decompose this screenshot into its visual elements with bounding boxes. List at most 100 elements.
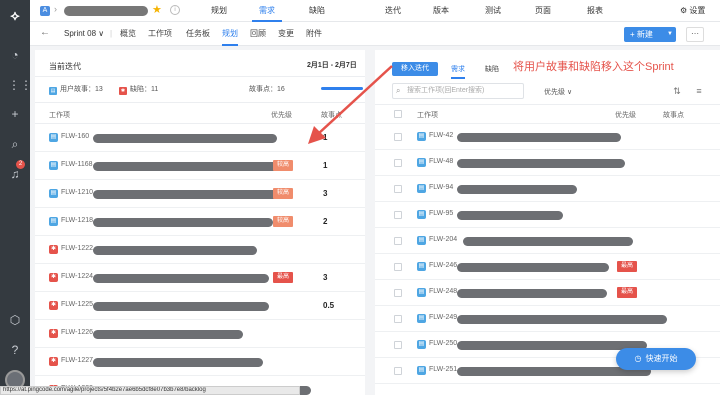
help-icon[interactable]: ? (8, 343, 22, 357)
story-points[interactable]: 2 (323, 217, 327, 226)
item-title-redacted[interactable] (93, 358, 263, 367)
tab-work-items[interactable]: 工作项 (148, 22, 172, 46)
tab-retrospective[interactable]: 回顾 (250, 22, 266, 46)
tab-attachments[interactable]: 附件 (306, 22, 322, 46)
tab-planning[interactable]: 规划 (222, 22, 238, 46)
table-row[interactable]: ▤ FLW-248 最高 (375, 280, 720, 306)
app-logo-icon[interactable]: ⟡ (8, 8, 22, 22)
row-checkbox[interactable] (394, 211, 402, 219)
nav-requirements[interactable]: 需求 (252, 0, 282, 22)
item-title-redacted[interactable] (93, 190, 283, 199)
story-points[interactable]: 1 (323, 161, 327, 170)
story-points[interactable]: 0.5 (323, 301, 334, 310)
table-row[interactable]: ▤ FLW-1210 较高 3 (35, 180, 365, 208)
col-header-points[interactable]: 故事点 (663, 110, 684, 120)
col-header-item[interactable]: 工作项 (417, 110, 438, 120)
tab-task-board[interactable]: 任务板 (186, 22, 210, 46)
row-checkbox[interactable] (394, 237, 402, 245)
item-title-redacted[interactable] (93, 246, 257, 255)
sort-icon[interactable]: ⇅ (670, 84, 684, 98)
table-row[interactable]: ✱ FLW-1226 (35, 320, 365, 348)
priority-badge[interactable]: 较高 (273, 188, 293, 199)
item-code[interactable]: FLW-251 (429, 366, 457, 373)
table-row[interactable]: ▤ FLW-42 (375, 124, 720, 150)
row-checkbox[interactable] (394, 315, 402, 323)
row-checkbox[interactable] (394, 159, 402, 167)
story-points[interactable]: 3 (323, 189, 327, 198)
item-title-redacted[interactable] (457, 159, 625, 168)
item-title-redacted[interactable] (457, 263, 609, 272)
item-code[interactable]: FLW-248 (429, 288, 457, 295)
col-header-priority[interactable]: 优先级 (615, 110, 636, 120)
nav-reports[interactable]: 报表 (582, 0, 608, 22)
sprint-select[interactable]: Sprint 08 ∨ (64, 29, 104, 38)
item-code[interactable]: FLW-1224 (61, 273, 93, 280)
nav-pages[interactable]: 页面 (530, 0, 556, 22)
item-code[interactable]: FLW-204 (429, 236, 457, 243)
item-title-redacted[interactable] (457, 211, 563, 220)
item-code[interactable]: FLW-249 (429, 314, 457, 321)
item-code[interactable]: FLW-1226 (61, 329, 93, 336)
item-code[interactable]: FLW-1227 (61, 357, 93, 364)
project-name-redacted[interactable] (64, 6, 148, 16)
row-checkbox[interactable] (394, 185, 402, 193)
priority-badge[interactable]: 最高 (617, 261, 637, 272)
apps-grid-icon[interactable]: ⋮⋮ (8, 78, 32, 92)
table-row[interactable]: ✱ FLW-1224 最高 3 (35, 264, 365, 292)
item-title-redacted[interactable] (93, 162, 289, 171)
item-code[interactable]: FLW-1168 (61, 161, 93, 168)
item-code[interactable]: FLW-94 (429, 184, 453, 191)
item-title-redacted[interactable] (93, 134, 277, 143)
table-row[interactable]: ✱ FLW-1222 (35, 236, 365, 264)
nav-bugs[interactable]: 缺陷 (304, 0, 330, 22)
nav-tests[interactable]: 测试 (480, 0, 506, 22)
nav-iterations[interactable]: 迭代 (380, 0, 406, 22)
priority-badge[interactable]: 较高 (273, 216, 293, 227)
new-button[interactable]: + 新建 ▼ (624, 27, 676, 42)
priority-filter[interactable]: 优先级 ∨ (544, 87, 572, 97)
settings-sliders-icon[interactable]: ≡ (692, 84, 706, 98)
item-code[interactable]: FLW-95 (429, 210, 453, 217)
item-title-redacted[interactable] (457, 341, 647, 350)
back-arrow-icon[interactable]: ← (40, 27, 50, 38)
item-title-redacted[interactable] (93, 274, 269, 283)
item-code[interactable]: FLW-246 (429, 262, 457, 269)
table-row[interactable]: ▤ FLW-95 (375, 202, 720, 228)
tab-requirements[interactable]: 需求 (451, 64, 465, 79)
nav-plan[interactable]: 规划 (206, 0, 232, 22)
item-title-redacted[interactable] (457, 133, 621, 142)
tab-overview[interactable]: 概览 (120, 22, 136, 46)
caret-down-icon[interactable]: ▼ (667, 27, 673, 42)
item-title-redacted[interactable] (457, 185, 577, 194)
info-icon[interactable]: i (170, 5, 180, 15)
item-code[interactable]: FLW-1210 (61, 189, 93, 196)
col-header-priority[interactable]: 优先级 (271, 110, 292, 120)
search-input[interactable]: ⌕ 搜索工作项(回Enter搜索) (392, 83, 524, 99)
more-icon[interactable]: ⋯ (686, 27, 704, 42)
table-row[interactable]: ▤ FLW-1218 较高 2 (35, 208, 365, 236)
priority-badge[interactable]: 最高 (617, 287, 637, 298)
item-title-redacted[interactable] (457, 289, 607, 298)
table-row[interactable]: ▤ FLW-94 (375, 176, 720, 202)
row-checkbox[interactable] (394, 263, 402, 271)
priority-badge[interactable]: 较高 (273, 160, 293, 171)
item-code[interactable]: FLW-1225 (61, 301, 93, 308)
row-checkbox[interactable] (394, 289, 402, 297)
tab-bugs[interactable]: 缺陷 (485, 64, 499, 77)
cube-icon[interactable]: ⬡ (8, 313, 22, 327)
item-title-redacted[interactable] (457, 315, 667, 324)
table-row[interactable]: ✱ FLW-1227 (35, 348, 365, 376)
item-code[interactable]: FLW-250 (429, 340, 457, 347)
col-header-item[interactable]: 工作项 (49, 110, 70, 120)
item-code[interactable]: FLW-1222 (61, 245, 93, 252)
item-title-redacted[interactable] (463, 237, 633, 246)
table-row[interactable]: ▤ FLW-249 (375, 306, 720, 332)
quick-start-button[interactable]: ◷ 快速开始 (616, 348, 696, 370)
dashboard-icon[interactable]: ◔ (8, 48, 22, 62)
nav-versions[interactable]: 版本 (428, 0, 454, 22)
row-checkbox[interactable] (394, 367, 402, 375)
row-checkbox[interactable] (394, 341, 402, 349)
item-title-redacted[interactable] (93, 218, 273, 227)
item-code[interactable]: FLW-1218 (61, 217, 93, 224)
add-icon[interactable]: + (8, 107, 22, 121)
